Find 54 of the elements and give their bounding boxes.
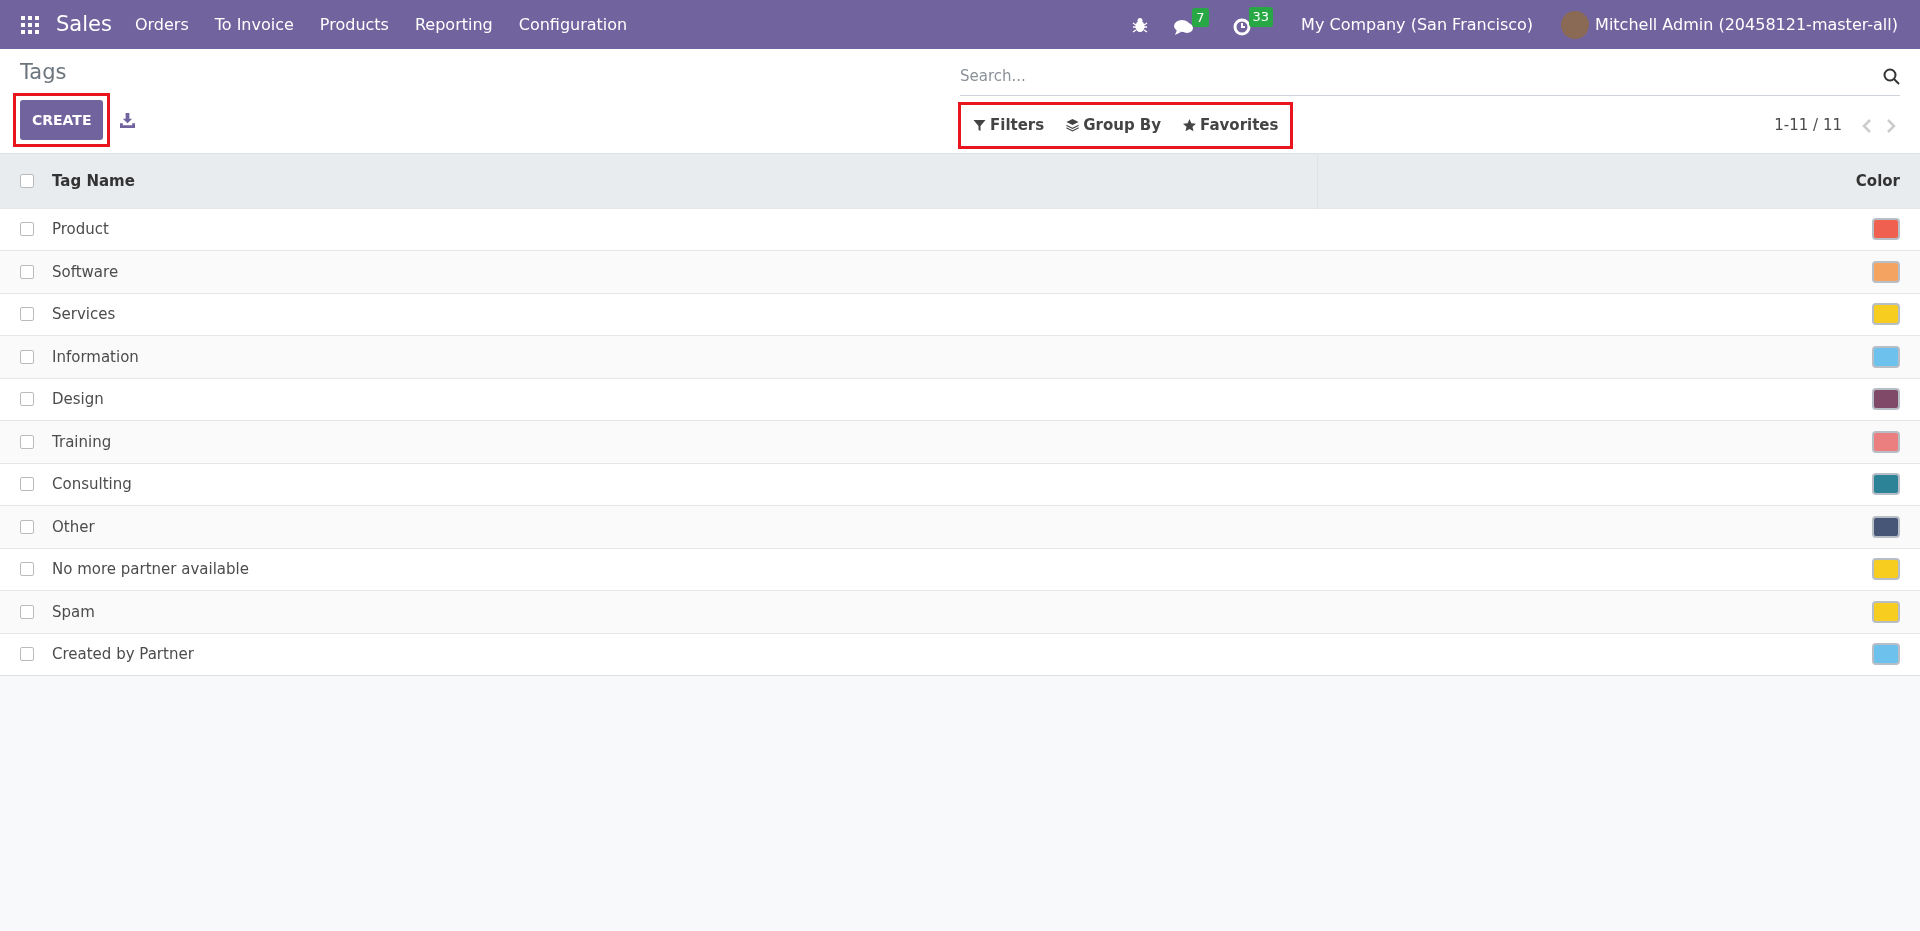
row-checkbox[interactable] — [20, 392, 34, 407]
row-checkbox[interactable] — [20, 434, 34, 449]
menu-item[interactable]: Configuration — [505, 12, 641, 37]
avatar-icon[interactable] — [1561, 10, 1590, 39]
pager-value: 1-11 / 11 — [1774, 115, 1842, 137]
previous-icon[interactable] — [1862, 118, 1872, 133]
select-all-checkbox[interactable] — [20, 173, 34, 188]
chat-icon[interactable] — [1174, 18, 1195, 36]
bug-icon[interactable] — [1132, 16, 1149, 33]
search-icon[interactable] — [1883, 67, 1900, 85]
row-checkbox[interactable] — [20, 519, 34, 534]
star-icon — [1183, 119, 1197, 132]
search-field[interactable]: Search... — [960, 61, 1883, 91]
apps-menu-icon[interactable] — [21, 15, 39, 34]
row-checkbox[interactable] — [20, 477, 34, 492]
column-header[interactable]: Tag Name — [52, 154, 1317, 208]
tag-name: Software — [52, 262, 119, 281]
next-icon[interactable] — [1886, 118, 1896, 133]
tag-name: Other — [52, 517, 95, 536]
column-header[interactable]: Color — [1317, 154, 1920, 208]
user-menu[interactable]: Mitchell Admin (20458121-master-all) — [1595, 12, 1898, 37]
row-checkbox[interactable] — [20, 604, 34, 619]
tag-name: No more partner available — [52, 560, 249, 578]
row-checkbox[interactable] — [20, 307, 34, 322]
row-checkbox[interactable] — [20, 222, 34, 237]
row-checkbox[interactable] — [20, 562, 34, 577]
company-switcher[interactable]: My Company (San Francisco) — [1301, 12, 1534, 37]
tag-name: Product — [52, 220, 109, 238]
menu-item[interactable]: Products — [306, 12, 402, 37]
row-checkbox[interactable] — [20, 647, 34, 662]
download-icon[interactable] — [120, 112, 136, 128]
layers-icon — [1066, 119, 1080, 132]
tag-name: Consulting — [52, 475, 132, 493]
filter-icon — [973, 119, 986, 132]
tag-name: Design — [52, 390, 104, 408]
search-option-button[interactable]: Group By — [1066, 114, 1162, 137]
tag-name: Information — [52, 347, 139, 366]
app-name[interactable]: Sales — [56, 8, 112, 41]
search-option-button[interactable]: Favorites — [1183, 114, 1279, 137]
tag-name: Training — [52, 432, 112, 451]
notification-badge: 33 — [1248, 7, 1274, 27]
tag-name: Created by Partner — [52, 645, 194, 663]
menu-item[interactable]: Reporting — [401, 12, 506, 37]
menu-item[interactable]: To Invoice — [201, 12, 307, 37]
clock-icon[interactable] — [1232, 18, 1251, 36]
row-checkbox[interactable] — [20, 264, 34, 279]
page-title: Tags — [20, 59, 68, 86]
row-checkbox[interactable] — [20, 349, 34, 364]
search-option-button[interactable]: Filters — [973, 114, 1045, 137]
menu-item[interactable]: Orders — [121, 12, 202, 37]
create-button[interactable]: CREATE — [20, 100, 104, 140]
tag-name: Spam — [52, 602, 95, 621]
tag-name: Services — [52, 305, 116, 323]
notification-badge: 7 — [1192, 7, 1209, 27]
